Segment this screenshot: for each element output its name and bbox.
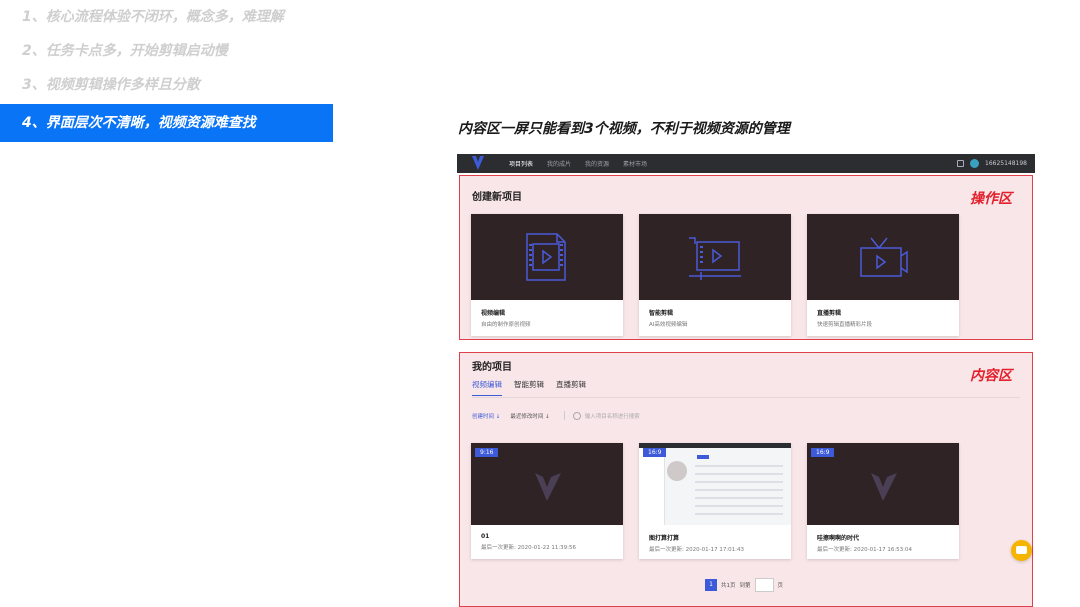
operation-zone-label: 操作区: [970, 191, 1012, 207]
avatar[interactable]: [970, 159, 979, 168]
search-input[interactable]: 输入项目名称进行搜索: [572, 411, 640, 420]
project-card[interactable]: 16:9 图打算打算 最后一次更新: 2020-01-17 17:01:43: [639, 443, 791, 559]
ratio-badge: 16:9: [643, 448, 667, 457]
problem-item-3: 3、视频剪辑操作多样且分散: [22, 77, 200, 93]
tab-smart-edit[interactable]: 智能剪辑: [514, 379, 544, 396]
create-live-edit-card[interactable]: 直播剪辑 快速剪辑直播精彩片段: [807, 214, 959, 336]
timeline-icon: [689, 237, 741, 280]
pagination: 1 共1页 到第 页: [705, 578, 783, 592]
sort-created-time[interactable]: 创建时间 ↓: [472, 412, 500, 420]
project-tabs: 视频编辑 智能剪辑 直播剪辑: [472, 379, 586, 396]
tab-video-edit[interactable]: 视频编辑: [472, 379, 502, 396]
content-zone: 我的项目 内容区 视频编辑 智能剪辑 直播剪辑 创建时间 ↓ 最近修改时间 ↓ …: [459, 352, 1033, 607]
card-title: 直播剪辑: [817, 310, 842, 317]
create-project-title: 创建新项目: [472, 192, 522, 203]
ratio-badge: 9:16: [475, 448, 499, 457]
search-placeholder: 输入项目名称进行搜索: [584, 413, 640, 420]
problem-list: 1、核心流程体验不闭环，概念多，难理解 2、任务卡点多，开始剪辑启动慢 3、视频…: [0, 0, 333, 142]
ratio-badge: 16:9: [811, 448, 835, 457]
chat-icon: [1016, 546, 1027, 554]
chat-button[interactable]: [1011, 540, 1032, 561]
project-card[interactable]: 9:16 01 最后一次更新: 2020-01-22 11:39:56: [471, 443, 623, 559]
project-name: 哇擦啊啊的时代: [817, 535, 860, 542]
nav-my-videos[interactable]: 我的成片: [547, 159, 571, 168]
app-window: 项目列表 我的成片 我的资源 素材市场 16625148198 创建新项目 操作…: [457, 154, 1035, 607]
create-video-edit-card[interactable]: 视频编辑 自由的制作原创视频: [471, 214, 623, 336]
project-updated: 最后一次更新: 2020-01-17 17:01:43: [649, 547, 745, 553]
headline: 内容区一屏只能看到3个视频，不利于视频资源的管理: [458, 121, 790, 137]
page-total: 共1页: [721, 583, 736, 589]
page-jump-input[interactable]: [754, 578, 774, 592]
problem-item-1: 1、核心流程体验不闭环，概念多，难理解: [22, 9, 284, 25]
project-name: 01: [481, 533, 490, 540]
page-current[interactable]: 1: [705, 579, 717, 591]
search-icon: [572, 411, 581, 420]
my-projects-title: 我的项目: [472, 362, 512, 373]
content-zone-label: 内容区: [970, 368, 1012, 384]
nav-project-list[interactable]: 项目列表: [509, 159, 533, 168]
project-updated: 最后一次更新: 2020-01-22 11:39:56: [481, 545, 577, 551]
project-updated: 最后一次更新: 2020-01-17 16:53:04: [817, 547, 913, 553]
tv-icon: [860, 237, 908, 277]
operation-zone: 创建新项目 操作区 视频编辑 自由的制作原创视频 智能剪辑 AI高效视频编辑 直…: [459, 175, 1033, 340]
card-title: 视频编辑: [481, 310, 506, 317]
nav-my-resources[interactable]: 我的资源: [585, 159, 609, 168]
film-icon: [526, 233, 566, 281]
problem-item-2: 2、任务卡点多，开始剪辑启动慢: [22, 43, 228, 59]
project-card[interactable]: 16:9 哇擦啊啊的时代 最后一次更新: 2020-01-17 16:53:04: [807, 443, 959, 559]
top-nav-bar: 项目列表 我的成片 我的资源 素材市场 16625148198: [457, 154, 1035, 173]
card-desc: AI高效视频编辑: [649, 322, 688, 328]
card-desc: 自由的制作原创视频: [481, 322, 531, 328]
nav-asset-market[interactable]: 素材市场: [623, 159, 647, 168]
sort-bar: 创建时间 ↓ 最近修改时间 ↓ 输入项目名称进行搜索: [472, 411, 640, 420]
card-desc: 快速剪辑直播精彩片段: [817, 322, 873, 328]
notification-icon[interactable]: [957, 160, 964, 167]
sort-divider: [563, 411, 565, 420]
app-logo-icon: [472, 156, 484, 170]
problem-item-4: 4、界面层次不清晰，视频资源难查找: [0, 104, 333, 142]
page-unit-label: 页: [777, 583, 784, 589]
sort-modified-time[interactable]: 最近修改时间 ↓: [510, 412, 549, 420]
user-phone[interactable]: 16625148198: [985, 160, 1027, 167]
project-name: 图打算打算: [649, 535, 680, 542]
page-goto-label: 到第: [739, 583, 751, 589]
tab-live-edit[interactable]: 直播剪辑: [556, 379, 586, 396]
create-smart-edit-card[interactable]: 智能剪辑 AI高效视频编辑: [639, 214, 791, 336]
tabs-divider: [472, 397, 1020, 398]
card-title: 智能剪辑: [649, 310, 674, 317]
